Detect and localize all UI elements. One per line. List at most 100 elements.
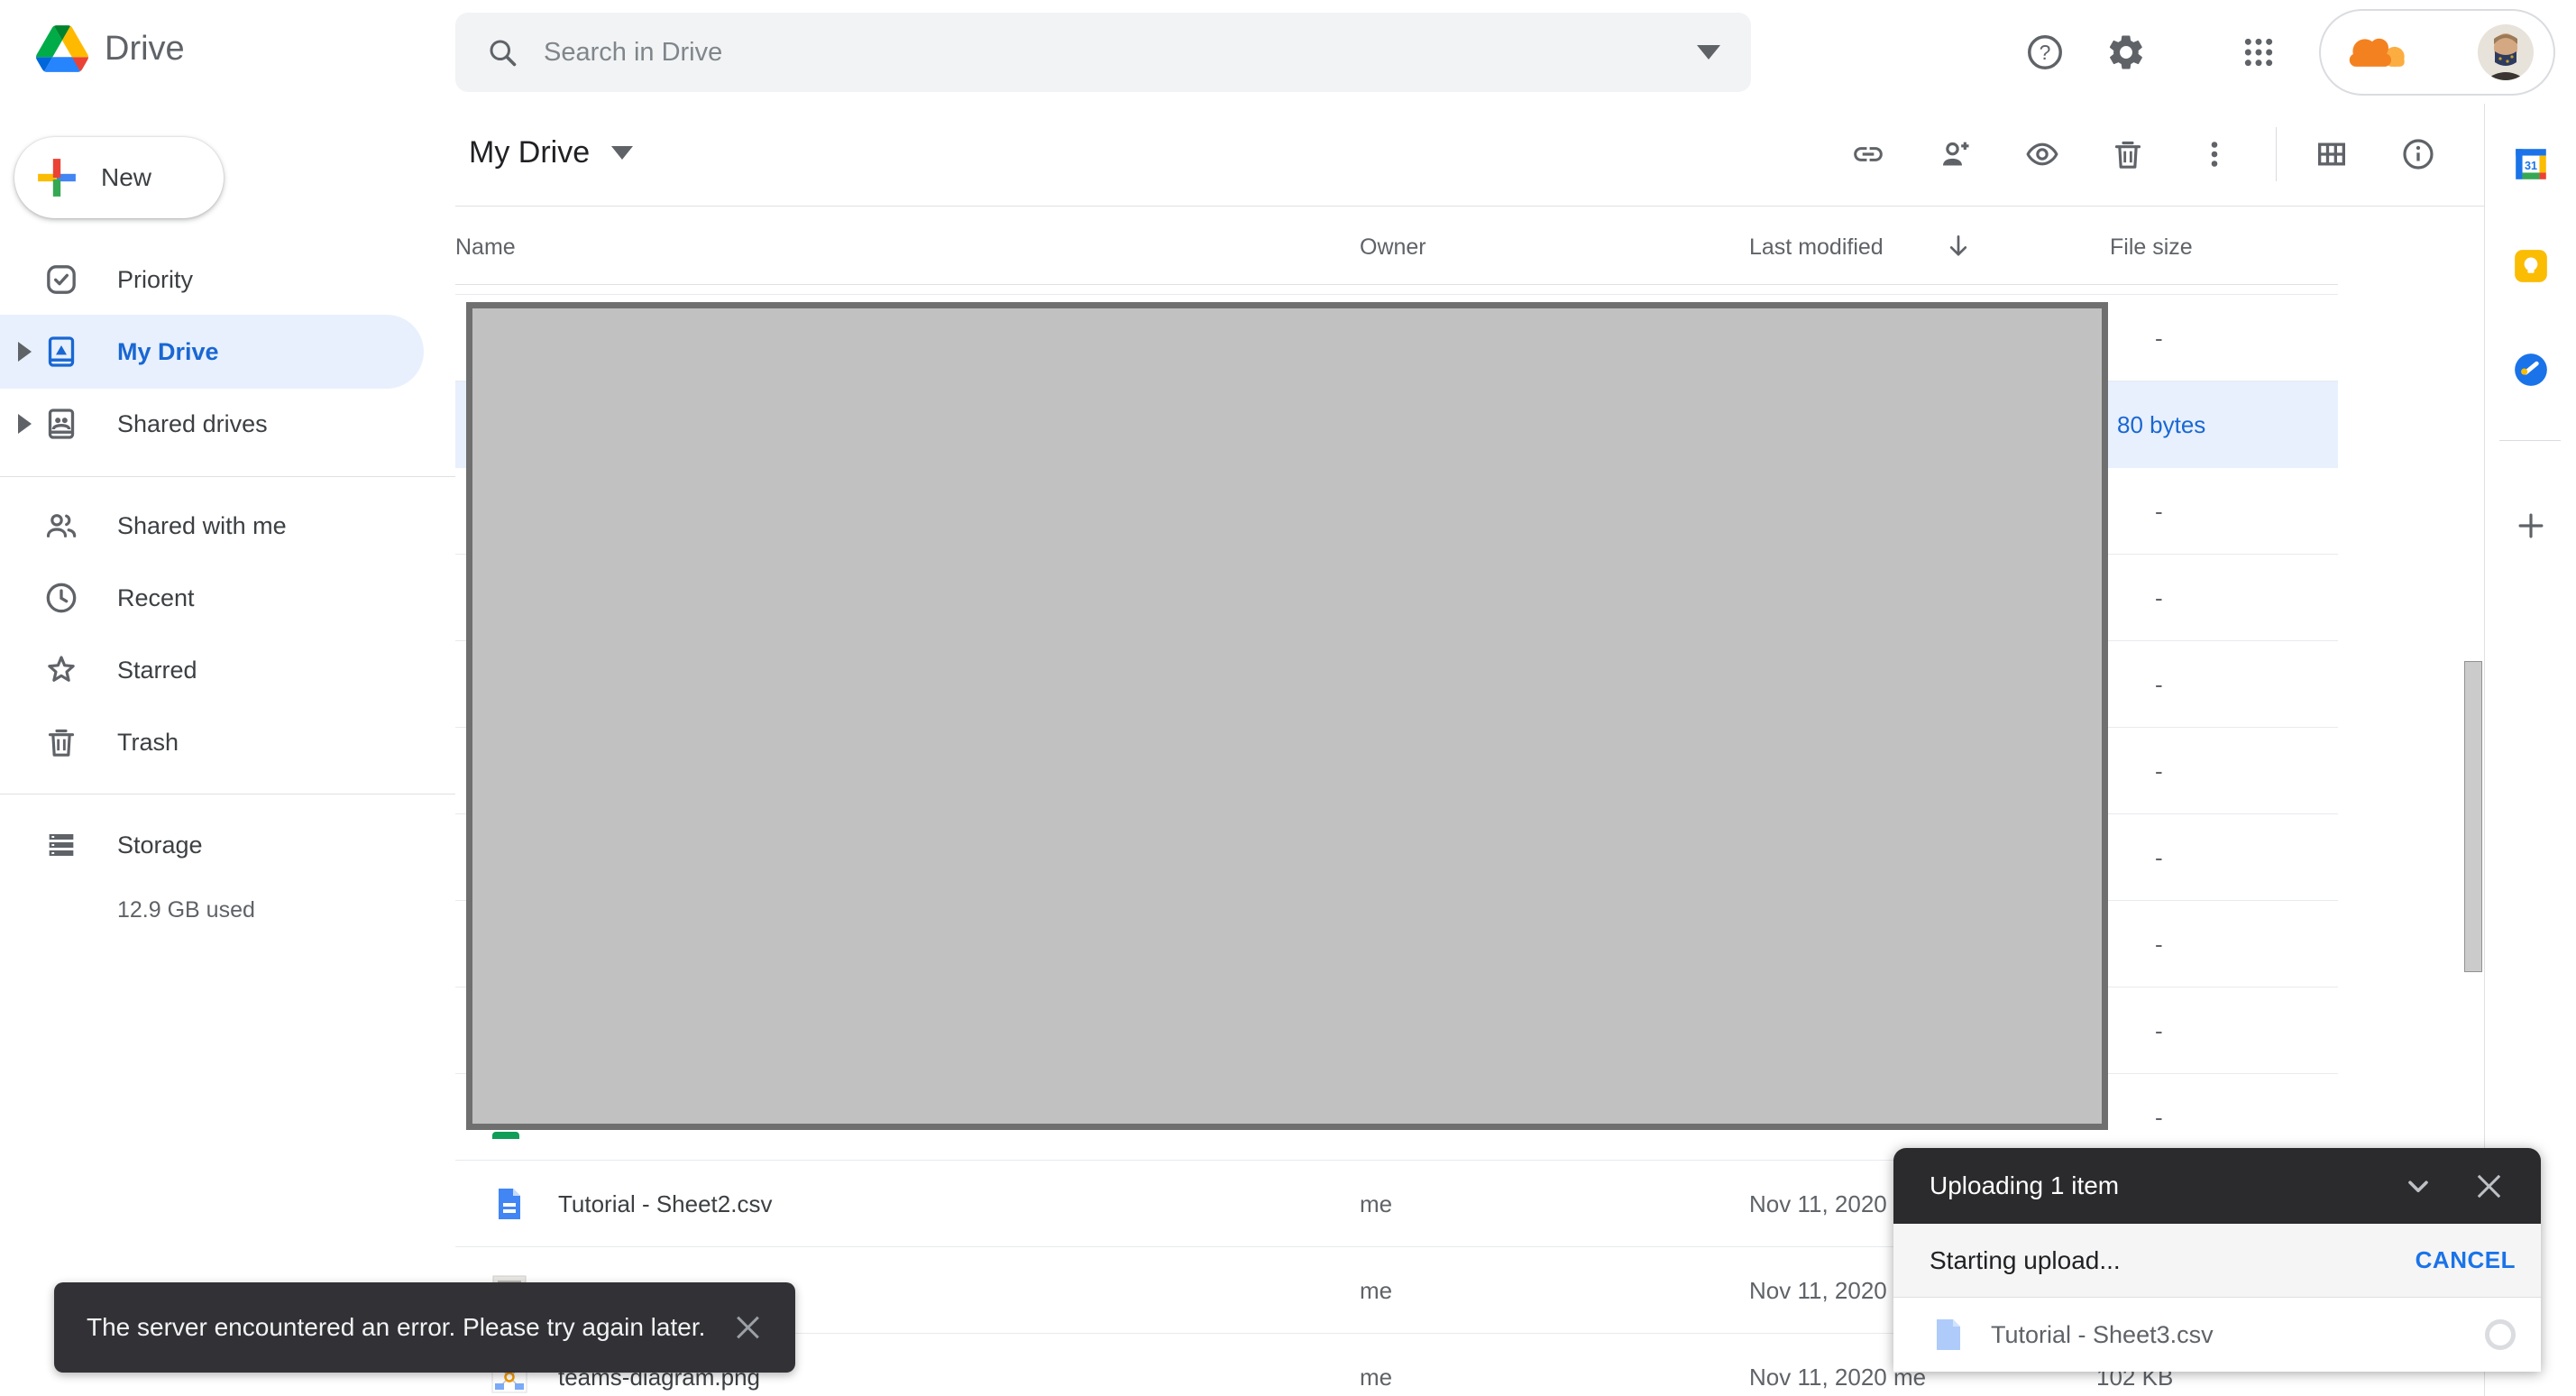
shared-with-me-icon	[43, 508, 79, 544]
new-button[interactable]: New	[14, 137, 224, 218]
get-link-button[interactable]	[1846, 132, 1891, 177]
sort-direction-button[interactable]	[1943, 231, 1974, 266]
file-size-cell: -	[2155, 295, 2163, 381]
add-panel-app-button[interactable]	[2512, 507, 2550, 545]
vertical-scrollbar[interactable]	[2464, 661, 2482, 972]
sidebar-item-my-drive[interactable]: My Drive	[0, 315, 424, 389]
grid-view-button[interactable]	[2309, 132, 2354, 177]
starred-icon	[43, 652, 79, 688]
avatar[interactable]	[2478, 24, 2534, 80]
redacted-region	[466, 302, 2108, 1130]
google-drive-app: Drive ?	[0, 0, 2576, 1396]
grid-view-icon	[2314, 136, 2350, 172]
column-header-size[interactable]: File size	[2110, 234, 2193, 261]
gear-icon	[2106, 32, 2146, 72]
upload-cancel-button[interactable]: CANCEL	[2416, 1246, 2516, 1274]
file-size-cell: 80 bytes	[2117, 381, 2205, 468]
apps-grid-icon	[2241, 34, 2277, 70]
tasks-panel-button[interactable]	[2512, 351, 2550, 389]
owner-cell: me	[1360, 1161, 1392, 1247]
sidebar-item-label: Shared drives	[117, 410, 268, 438]
chevron-down-icon	[2402, 1170, 2434, 1202]
my-drive-icon	[43, 334, 79, 370]
sidebar-item-recent[interactable]: Recent	[0, 561, 424, 635]
keep-panel-button[interactable]	[2512, 247, 2550, 285]
expand-caret-icon[interactable]	[18, 414, 32, 434]
sidebar-item-label: Priority	[117, 266, 193, 294]
owner-cell: me	[1360, 1247, 1392, 1334]
sidebar-item-label: Recent	[117, 584, 195, 612]
uploading-file-name: Tutorial - Sheet3.csv	[1991, 1321, 2485, 1349]
google-apps-button[interactable]	[2239, 32, 2278, 72]
sidebar-divider	[0, 476, 455, 477]
file-name-cell: Tutorial - Sheet2.csv	[558, 1161, 772, 1247]
upload-status-row: Starting upload... CANCEL	[1893, 1224, 2541, 1298]
person-add-icon	[1937, 136, 1973, 172]
sidebar-item-label: My Drive	[117, 338, 219, 366]
header-divider	[455, 206, 2484, 207]
file-size-cell: -	[2155, 641, 2163, 728]
page-title-text: My Drive	[469, 135, 590, 170]
side-panel-section-divider	[2499, 440, 2561, 441]
drive-logo-icon	[36, 25, 88, 72]
csv-file-icon	[491, 1186, 527, 1222]
storage-icon	[43, 827, 79, 863]
calendar-panel-button[interactable]: 31	[2512, 145, 2550, 183]
new-plus-icon	[36, 157, 78, 198]
file-size-cell: -	[2155, 555, 2163, 641]
delete-button[interactable]	[2105, 132, 2150, 177]
upload-close-icon[interactable]	[2472, 1170, 2505, 1202]
search-bar[interactable]	[455, 13, 1751, 92]
search-options-caret-icon[interactable]	[1697, 45, 1720, 60]
svg-text:31: 31	[2525, 160, 2537, 172]
column-header-modified[interactable]: Last modified	[1749, 234, 1884, 261]
sidebar-item-priority[interactable]: Priority	[0, 243, 424, 317]
sidebar-item-starred[interactable]: Starred	[0, 633, 424, 707]
file-size-cell: -	[2155, 728, 2163, 814]
preview-button[interactable]	[2020, 132, 2065, 177]
help-icon: ?	[2025, 32, 2065, 72]
sheets-icon-sliver	[492, 1132, 519, 1139]
upload-panel-title: Uploading 1 item	[1930, 1171, 2400, 1200]
search-input[interactable]	[544, 38, 1697, 68]
error-toast: The server encountered an error. Please …	[54, 1282, 795, 1373]
upload-spinner	[2485, 1319, 2516, 1350]
new-button-label: New	[101, 163, 151, 192]
info-button[interactable]	[2396, 132, 2441, 177]
toast-close-icon[interactable]	[732, 1312, 763, 1343]
sidebar-item-trash[interactable]: Trash	[0, 705, 424, 779]
uploading-file-row[interactable]: Tutorial - Sheet3.csv	[1893, 1298, 2541, 1372]
settings-button[interactable]	[2106, 32, 2146, 72]
storage-used-text: 12.9 GB used	[117, 897, 255, 923]
sidebar-item-shared-with-me[interactable]: Shared with me	[0, 489, 424, 563]
toolbar-divider	[2276, 127, 2277, 181]
upload-minimize-button[interactable]	[2400, 1168, 2436, 1204]
owner-cell: me	[1360, 1334, 1392, 1396]
sidebar-item-shared-drives[interactable]: Shared drives	[0, 387, 424, 461]
file-icon	[1935, 1318, 1962, 1352]
help-button[interactable]: ?	[2025, 32, 2065, 72]
account-pill[interactable]	[2319, 9, 2555, 96]
recent-icon	[43, 580, 79, 616]
trash-icon	[43, 724, 79, 760]
upload-panel-header: Uploading 1 item	[1893, 1148, 2541, 1224]
share-button[interactable]	[1932, 132, 1977, 177]
upload-panel: Uploading 1 item Starting upload... CANC…	[1893, 1148, 2541, 1372]
more-actions-button[interactable]	[2192, 132, 2237, 177]
file-size-cell: -	[2155, 468, 2163, 555]
file-size-cell: -	[2155, 987, 2163, 1074]
drive-logo[interactable]: Drive	[36, 25, 185, 72]
column-header-owner[interactable]: Owner	[1360, 234, 1426, 261]
calendar-icon: 31	[2512, 145, 2550, 183]
expand-caret-icon[interactable]	[18, 342, 32, 362]
page-title[interactable]: My Drive	[469, 135, 633, 170]
sidebar-item-label: Trash	[117, 729, 179, 757]
csv-file-icon	[491, 1186, 527, 1222]
file-size-cell: -	[2155, 814, 2163, 901]
chevron-down-icon[interactable]	[611, 146, 633, 160]
column-header-name[interactable]: Name	[455, 234, 516, 261]
sidebar-item-storage[interactable]: Storage	[0, 808, 424, 882]
arrow-down-icon	[1943, 231, 1974, 262]
search-icon	[486, 36, 518, 69]
eye-icon	[2024, 136, 2060, 172]
